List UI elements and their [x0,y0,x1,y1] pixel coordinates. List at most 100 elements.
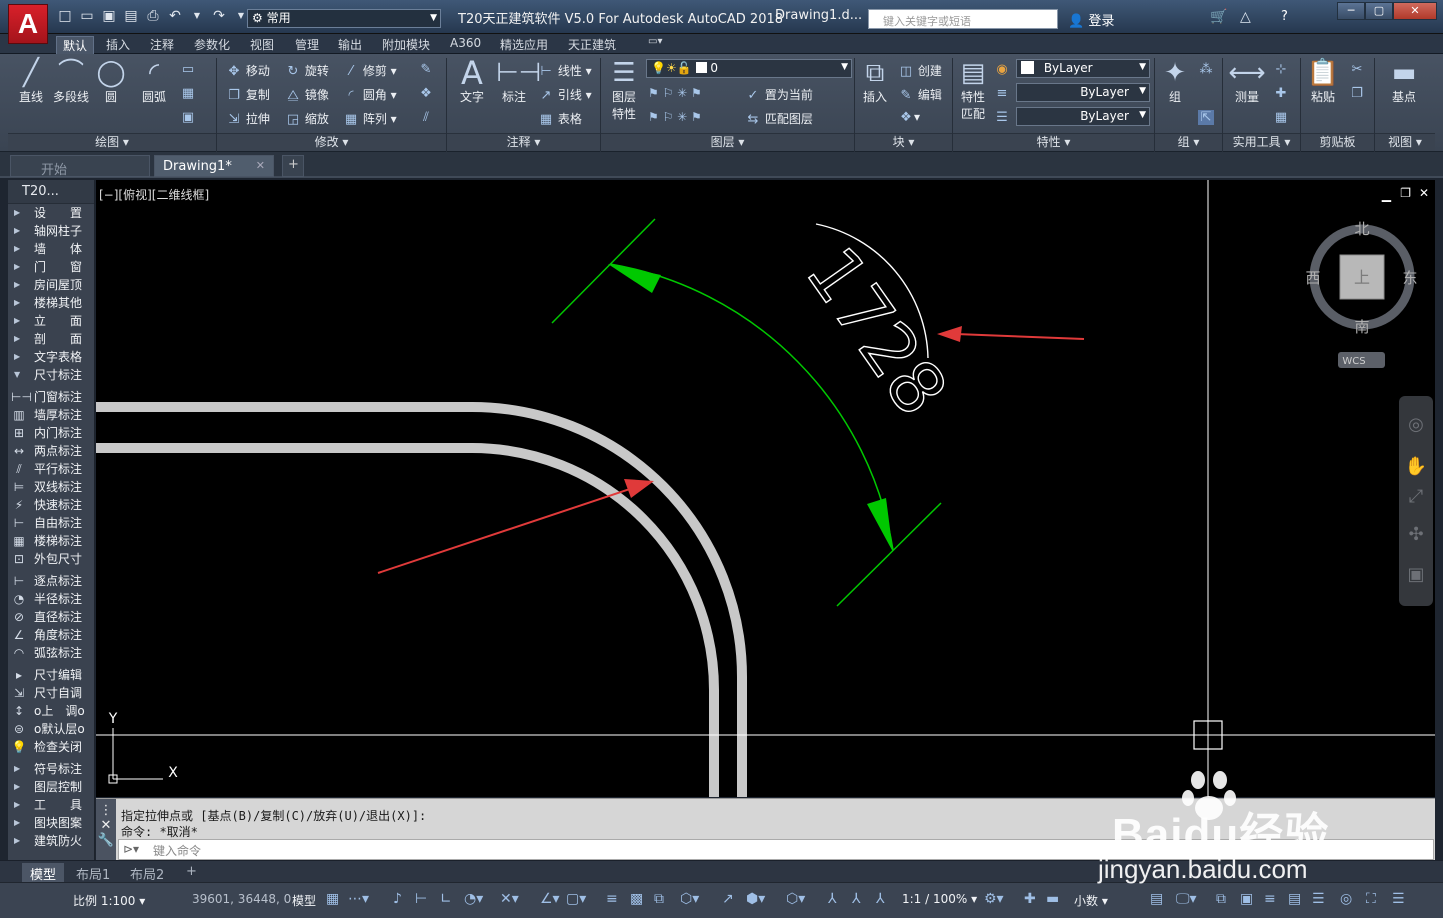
panel-block-title[interactable]: 块 ▾ [855,133,952,151]
command-line-handle[interactable]: ⋮ ✕ 🔧 [96,799,116,861]
sync-icon[interactable]: ◎ [1340,891,1352,907]
units-select[interactable]: 小数 ▾ [1074,892,1108,909]
osnap-icon[interactable]: ▢▾ [566,891,586,907]
lineweight-select[interactable]: ByLayer ▼ [1016,107,1150,126]
left-menu-item[interactable]: ⊘ 直径标注 [8,608,94,626]
open-icon[interactable]: ▭ [78,8,96,24]
ungroup-icon[interactable]: ⁂ [1198,62,1214,77]
left-menu-item[interactable]: ⊞ 内门标注 [8,424,94,442]
panel-title[interactable]: T20... [8,180,94,204]
viewport-restore[interactable]: ❐ [1400,186,1411,200]
minus-icon[interactable]: ▬ [1046,891,1059,907]
rectangle-icon[interactable]: ▭ [180,62,196,77]
polyline-button[interactable]: ⌒ 多段线 [52,58,90,105]
selection-cycle-icon[interactable]: ⧉ [654,891,664,907]
left-menu-item[interactable]: ◠ 弧弦标注 [8,644,94,662]
osnap-tracking-icon[interactable]: ✕▾ [500,891,519,907]
customize-icon[interactable]: ☰ [1312,891,1325,907]
annotation-visibility-icon[interactable]: ⅄ [828,891,837,907]
autodesk-icon[interactable]: △ [1240,9,1251,25]
copy-button[interactable]: ❐ 复制 [226,86,270,103]
save-as-icon[interactable]: ▤ [122,8,140,24]
scale-select[interactable]: 比例 1:100 ▾ [73,892,145,909]
maximize-button[interactable]: ▢ [1365,2,1393,20]
gear-icon[interactable]: ⚙▾ [984,891,1004,907]
tab-parametric[interactable]: 参数化 [194,36,230,53]
match-layer-button[interactable]: ⇆ 匹配图层 [745,110,813,127]
angle-icon[interactable]: ∠▾ [540,891,560,907]
left-menu-item[interactable]: ▸ 尺寸编辑 [8,666,94,684]
close-button[interactable]: ✕ [1393,2,1437,20]
layer-tools-row-1[interactable]: ⚑ ⚐ ✳ ⚑ [648,86,702,100]
clean-screen-icon[interactable]: ≡ [1264,891,1276,907]
polar-icon[interactable]: ◔▾ [464,891,483,907]
attribute-icon[interactable]: ❖ ▾ [898,110,920,125]
calculator-icon[interactable]: ▦ [1273,110,1289,125]
cut-icon[interactable]: ✂ [1349,62,1365,77]
undo-icon[interactable]: ↶ [166,8,184,24]
line-button[interactable]: ╱ 直线 [14,58,48,105]
move-button[interactable]: ✥ 移动 [226,62,270,79]
left-menu-item[interactable]: ▶ 图层控制 [8,778,94,796]
left-menu-item[interactable]: 💡 检查关闭 [8,738,94,756]
tab-view[interactable]: 视图 [250,36,274,53]
layer-select[interactable]: 💡☀🔓 0 ▼ [646,59,852,78]
left-menu-item[interactable]: ◔ 半径标注 [8,590,94,608]
ucs-toggle-icon[interactable]: ↗ [722,891,734,907]
annotation-scale-icon[interactable]: ⅄ [876,891,885,907]
arc-button[interactable]: ◜ 圆弧 [136,58,172,105]
full-screen-icon[interactable]: ⛶ [1366,891,1376,907]
set-current-button[interactable]: ✓ 置为当前 [745,86,813,103]
new-icon[interactable]: □ [56,8,74,24]
panel-view-title[interactable]: 视图 ▾ [1375,133,1435,151]
layout-icon[interactable]: ▤ [1288,891,1301,907]
annotation-scale-select[interactable]: 1:1 / 100% ▾ [902,892,977,906]
measure-button[interactable]: ⟷ 测量 [1228,58,1266,105]
drawing-viewport[interactable]: [−][俯视][二维线框] 1728 Y X 上 北 南 西 东 WCS ◎ ✋… [96,180,1435,797]
left-menu-item[interactable]: ⇲ 尺寸自调 [8,684,94,702]
lineweight-toggle-icon[interactable]: ≡ [606,891,618,907]
tab-output[interactable]: 输出 [338,36,362,53]
tab-addins[interactable]: 附加模块 [382,36,430,53]
dynamic-input-icon[interactable]: ⊢ [415,891,427,907]
tab-a360[interactable]: A360 [450,36,481,50]
left-menu-item[interactable]: ▥ 墙厚标注 [8,406,94,424]
base-view-button[interactable]: ▬ 基点 [1386,58,1422,105]
tab-insert[interactable]: 插入 [106,36,130,53]
close-icon[interactable]: ✕ [96,818,116,833]
create-block-button[interactable]: ◫ 创建 [898,62,942,79]
left-menu-item[interactable]: ▶ 门 窗 [8,258,94,276]
paste-button[interactable]: 📋 粘贴 [1306,58,1340,105]
hatch-icon[interactable]: ▦ [180,86,196,101]
fillet-button[interactable]: ◜ 圆角 ▾ [343,86,396,103]
color-select[interactable]: ByLayer ▼ [1016,59,1150,78]
left-menu-item[interactable]: ⊢ 自由标注 [8,514,94,532]
group-select-icon[interactable]: ⇱ [1198,110,1214,125]
panel-draw-title[interactable]: 绘图 ▾ [8,133,216,151]
left-menu-item[interactable]: ▶ 工 具 [8,796,94,814]
isolate-icon[interactable]: ⧉ [1216,891,1226,907]
left-menu-item[interactable]: ▶ 符号标注 [8,760,94,778]
stretch-button[interactable]: ⇲ 拉伸 [226,110,270,127]
3d-osnap-icon[interactable]: ⬡▾ [680,891,699,907]
left-menu-item[interactable]: ⚡ 快速标注 [8,496,94,514]
layer-tools-row-2[interactable]: ⚑ ⚐ ✳ ⚑ [648,110,702,124]
insert-button[interactable]: ⧉ 插入 [858,58,892,105]
add-layout-button[interactable]: + [178,863,205,882]
copy-clip-icon[interactable]: ❐ [1349,86,1365,101]
command-prompt-icon[interactable]: ⊳▾ [123,842,139,856]
left-menu-item[interactable]: ⊡ 外包尺寸 [8,550,94,568]
left-menu-item[interactable]: ↔ 两点标注 [8,442,94,460]
hardware-accel-icon[interactable]: ▣ [1240,891,1253,907]
left-menu-item[interactable]: ▶ 图块图案 [8,814,94,832]
match-properties-button[interactable]: ▤ 特性 匹配 [956,58,990,122]
status-menu-icon[interactable]: ☰ [1392,891,1405,907]
left-menu-item[interactable]: ∠ 角度标注 [8,626,94,644]
erase-icon[interactable]: ✎ [418,62,434,77]
viewport-minimize[interactable]: ▁ [1382,188,1391,202]
lock-ui-icon[interactable]: 🖵▾ [1176,891,1197,907]
tab-manage[interactable]: 管理 [295,36,319,53]
tab-featured-apps[interactable]: 精选应用 [500,36,548,53]
left-menu-item[interactable]: ⫽ 平行标注 [8,460,94,478]
left-menu-item[interactable]: ⊨ 双线标注 [8,478,94,496]
